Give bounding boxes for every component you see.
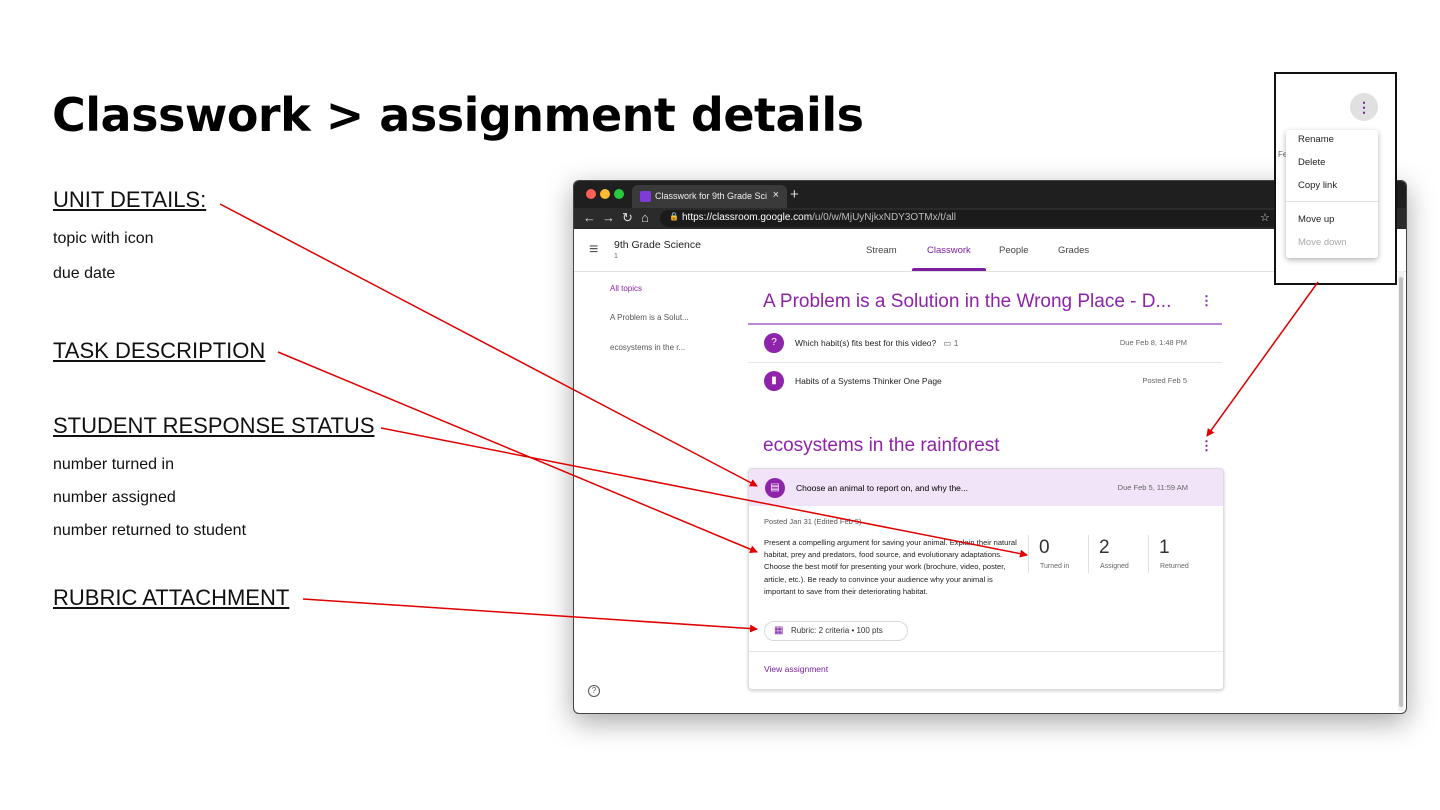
menu-item-copy-link[interactable]: Copy link [1298, 180, 1337, 191]
browser-tab[interactable]: Classwork for 9th Grade Scien × [632, 185, 787, 208]
question-icon: ? [764, 333, 784, 353]
note-number-turned-in: number turned in [53, 456, 174, 473]
active-tab-indicator [912, 268, 986, 271]
returned-label: Returned [1160, 563, 1189, 570]
menu-item-delete[interactable]: Delete [1298, 157, 1325, 168]
item-title: Habits of a Systems Thinker One Page [795, 376, 942, 386]
item-title: Which habit(s) fits best for this video? [795, 338, 937, 348]
stat-assigned[interactable]: 2 Assigned [1088, 535, 1147, 573]
stat-turned-in[interactable]: 0 Turned in [1028, 535, 1087, 573]
rubric-label: Rubric: 2 criteria • 100 pts [791, 626, 883, 635]
comment-icon: ▭ [943, 338, 952, 348]
back-arrow-icon[interactable]: ← [583, 210, 596, 225]
browser-tab-title: Classwork for 9th Grade Scien [655, 191, 767, 201]
tab-people[interactable]: People [999, 245, 1029, 256]
menu-item-move-up[interactable]: Move up [1298, 214, 1334, 225]
menu-item-move-down: Move down [1298, 237, 1347, 248]
list-item[interactable]: ? Which habit(s) fits best for this vide… [748, 324, 1222, 363]
bookmark-star-icon[interactable]: ☆ [1260, 211, 1270, 224]
close-window-button[interactable] [586, 189, 596, 199]
tab-close-icon[interactable]: × [773, 189, 779, 201]
rubric-icon: ▦ [774, 625, 784, 636]
sidebar-item-problem-topic[interactable]: A Problem is a Solut... [610, 313, 689, 322]
note-student-response-status: STUDENT RESPONSE STATUS [53, 413, 375, 438]
topic-more-icon[interactable]: ⋮ [1200, 293, 1213, 309]
topic-options-menu: Rename Delete Copy link Move up Move dow… [1286, 130, 1378, 258]
assignment-title: Choose an animal to report on, and why t… [796, 483, 968, 493]
assigned-label: Assigned [1100, 563, 1129, 570]
note-number-assigned: number assigned [53, 489, 176, 506]
course-name[interactable]: 9th Grade Science [614, 239, 701, 251]
url-path: /u/0/w/MjUyNjkxNDY3OTMx/t/all [812, 212, 956, 223]
assignment-posted-date: Posted Jan 31 (Edited Feb 5) [764, 517, 862, 526]
tab-classwork[interactable]: Classwork [927, 245, 971, 256]
assignment-card: ▤ Choose an animal to report on, and why… [748, 468, 1224, 690]
sidebar-item-all-topics[interactable]: All topics [610, 284, 642, 293]
scrollbar-thumb[interactable] [1399, 277, 1403, 707]
topic-title: A Problem is a Solution in the Wrong Pla… [763, 291, 1172, 312]
view-assignment-link[interactable]: View assignment [764, 664, 828, 674]
item-due-date: Due Feb 8, 1:48 PM [1119, 338, 1187, 347]
tab-stream[interactable]: Stream [866, 245, 897, 256]
rubric-chip[interactable]: ▦ Rubric: 2 criteria • 100 pts [764, 621, 908, 641]
comment-count: 1 [953, 338, 959, 348]
sidebar-item-ecosystems-topic[interactable]: ecosystems in the r... [610, 343, 685, 352]
topic-menu-callout: Fe ⋮ Rename Delete Copy link Move up Mov… [1274, 72, 1397, 285]
new-tab-button[interactable]: + [790, 186, 799, 203]
topic-more-icon[interactable]: ⋮ [1200, 438, 1213, 454]
reload-icon[interactable]: ↻ [622, 210, 633, 226]
topic-title: ecosystems in the rainforest [763, 435, 1000, 456]
menu-item-rename[interactable]: Rename [1298, 134, 1334, 145]
maximize-window-button[interactable] [614, 189, 624, 199]
assigned-count: 2 [1099, 537, 1110, 558]
turned-in-label: Turned in [1040, 563, 1070, 570]
list-item[interactable]: ▮ Habits of a Systems Thinker One Page P… [748, 362, 1222, 400]
item-posted-date: Posted Feb 5 [1142, 376, 1187, 385]
returned-count: 1 [1159, 537, 1170, 558]
address-bar[interactable]: 🔒 https://classroom.google.com/u/0/w/MjU… [660, 210, 1320, 227]
note-due-date: due date [53, 265, 116, 282]
slide-title: Classwork > assignment details [52, 88, 864, 142]
assignment-description: Present a compelling argument for saving… [764, 538, 1017, 596]
main-menu-icon[interactable]: ≡ [589, 241, 598, 259]
menu-divider [1286, 201, 1378, 202]
assignment-header[interactable]: ▤ Choose an animal to report on, and why… [749, 469, 1223, 506]
note-rubric-attachment: RUBRIC ATTACHMENT [53, 585, 290, 610]
course-section: 1 [614, 253, 618, 260]
classroom-favicon-icon [640, 191, 651, 202]
note-topic-with-icon: topic with icon [53, 230, 154, 247]
tab-grades[interactable]: Grades [1058, 245, 1089, 256]
note-unit-details: UNIT DETAILS: [53, 187, 207, 212]
note-task-description: TASK DESCRIPTION [53, 338, 266, 363]
note-number-returned: number returned to student [53, 522, 247, 539]
home-icon[interactable]: ⌂ [641, 210, 649, 225]
card-divider [749, 651, 1223, 652]
minimize-window-button[interactable] [600, 189, 610, 199]
assignment-due-date: Due Feb 5, 11:59 AM [1117, 483, 1188, 492]
stat-returned[interactable]: 1 Returned [1148, 535, 1207, 573]
more-options-icon[interactable]: ⋮ [1350, 93, 1378, 121]
url-host: https://classroom.google.com [682, 212, 813, 223]
turned-in-count: 0 [1039, 537, 1050, 558]
assignment-icon: ▤ [765, 478, 785, 498]
lock-icon: 🔒 [669, 212, 679, 221]
material-icon: ▮ [764, 371, 784, 391]
help-icon[interactable]: ? [588, 685, 600, 697]
forward-arrow-icon[interactable]: → [602, 210, 615, 225]
